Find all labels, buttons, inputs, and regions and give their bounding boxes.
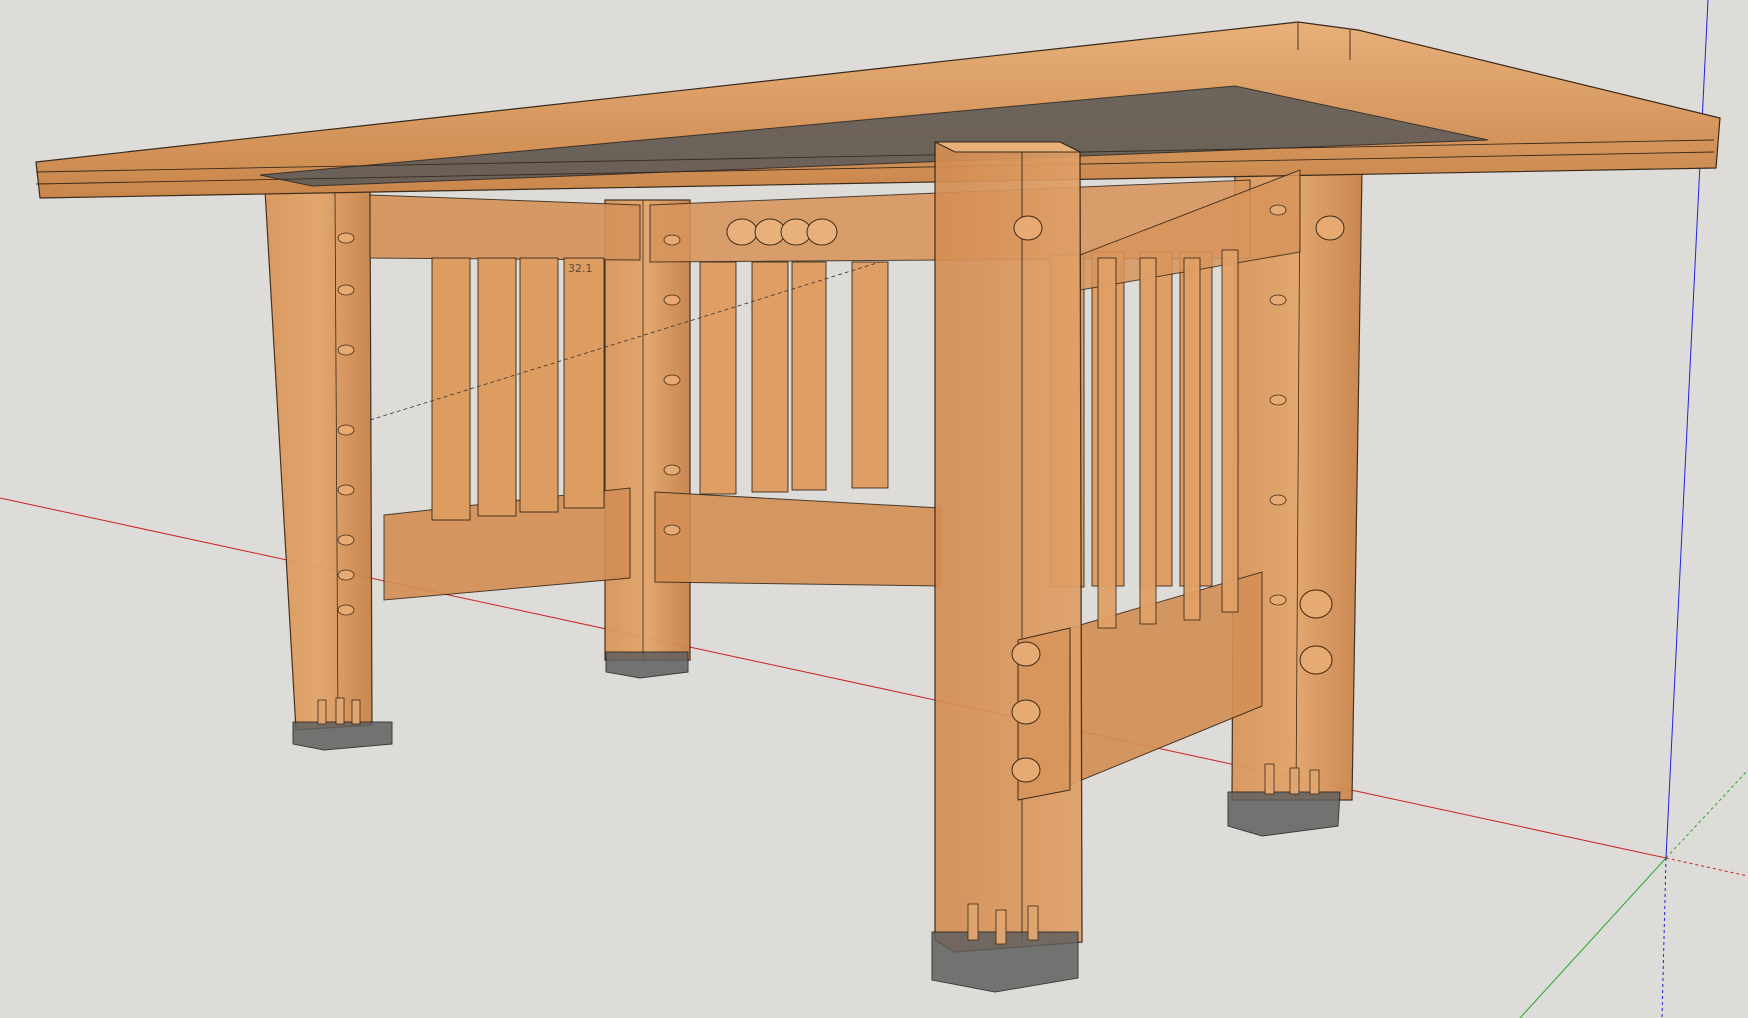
red-axis-hidden <box>1665 857 1748 877</box>
back-right-leg[interactable] <box>1227 169 1363 837</box>
back-right-foot-pad <box>1227 791 1341 837</box>
table-top-surface <box>35 21 1721 199</box>
table-model-drawing[interactable]: 32.1 <box>0 0 1748 1018</box>
dimension-label: 32.1 <box>568 262 593 275</box>
back-middle-foot-pad <box>605 651 689 679</box>
model-viewport[interactable]: 32.1 <box>0 0 1748 1018</box>
blue-axis-hidden <box>1661 857 1667 1018</box>
left-end-slats <box>431 257 605 521</box>
back-left-foot-pad <box>292 721 393 751</box>
back-middle-leg[interactable] <box>604 199 691 679</box>
front-right-leg[interactable] <box>931 141 1083 993</box>
green-axis <box>1519 857 1667 1018</box>
back-left-leg[interactable] <box>264 189 393 751</box>
left-end-apron[interactable] <box>369 194 641 601</box>
green-axis-hidden <box>1665 769 1748 859</box>
table-top[interactable] <box>35 21 1721 199</box>
